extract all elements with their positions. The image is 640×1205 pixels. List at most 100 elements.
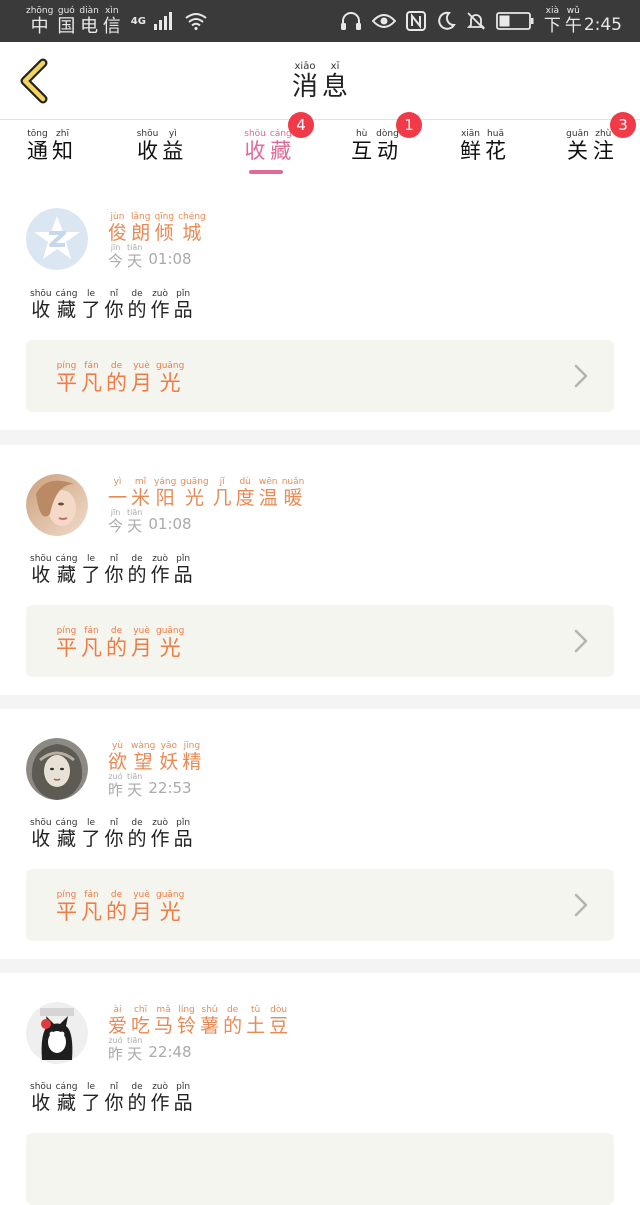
- action-char: zuò 作: [150, 1082, 170, 1114]
- username[interactable]: jùn 俊 lǎng 朗 qīng 倾 chéng 城: [108, 213, 206, 243]
- tab-earnings[interactable]: shōu 收 yì 益: [115, 130, 205, 178]
- username[interactable]: yì 一 mǐ 米 yáng 阳 guāng 光 jǐ 几 dù 度 wēn 温 nuǎn 暖: [108, 478, 304, 508]
- action-char: nǐ 你: [104, 554, 124, 586]
- headphones-icon: [340, 11, 362, 31]
- work-title-char: yuè 月: [131, 626, 152, 660]
- message-card: ài 爱 chī 吃 mǎ 马 líng 铃 shǔ 薯 de 的 tǔ 土 dòu 豆 zuó 昨 tiān 天 22…: [0, 973, 640, 1205]
- tab-label: xiān 鲜 huā 花: [460, 130, 506, 178]
- message-time: jīn 今 tiān 天 01:08: [108, 509, 192, 534]
- avatar[interactable]: [26, 474, 88, 536]
- network-type: 4G: [130, 15, 146, 27]
- chevron-right-icon: [574, 893, 588, 917]
- action-text: shōu 收 cáng 藏 le 了 nǐ 你 de 的 zuò 作 pǐn 品: [30, 1083, 193, 1113]
- work-title-char: de 的: [106, 361, 127, 395]
- work-title-char: de 的: [106, 626, 127, 660]
- username-char: jǐ 几: [212, 477, 232, 509]
- carrier-name: zhōng 中 guó 国 diàn 电 xìn 信: [26, 5, 121, 37]
- message-card: yù 欲 wàng 望 yāo 妖 jīng 精 zuó 昨 tiān 天 22:53 shōu 收 cáng…: [0, 709, 640, 955]
- action-char: cáng 藏: [55, 818, 78, 850]
- chevron-right-icon: [574, 629, 588, 653]
- status-bar: zhōng 中 guó 国 diàn 电 xìn 信 4G xià 下 wǔ 午 2:45: [0, 0, 640, 42]
- action-char: shōu 收: [30, 1082, 52, 1114]
- action-char: pǐn 品: [173, 554, 193, 586]
- tab-notifications[interactable]: tōng 通 zhī 知: [5, 130, 95, 178]
- username-char: tǔ 土: [246, 1005, 266, 1037]
- action-char: nǐ 你: [104, 818, 124, 850]
- work-title-char: de 的: [106, 890, 127, 924]
- eye-icon: [371, 13, 396, 29]
- username-char: guāng 光: [180, 477, 209, 509]
- action-text: shōu 收 cáng 藏 le 了 nǐ 你 de 的 zuò 作 pǐn 品: [30, 819, 193, 849]
- username-char: yāo 妖: [159, 741, 179, 773]
- username-char: de 的: [223, 1005, 243, 1037]
- clock: xià 下 wǔ 午 2:45: [543, 6, 622, 36]
- work-title: píng 平 fán 凡 de 的 yuè 月 guāng 光: [56, 891, 184, 923]
- tab-label: tōng 通 zhī 知: [27, 130, 73, 178]
- unread-badge: 3: [610, 112, 636, 138]
- action-char: pǐn 品: [173, 818, 193, 850]
- action-char: cáng 藏: [55, 554, 78, 586]
- username[interactable]: yù 欲 wàng 望 yāo 妖 jīng 精: [108, 742, 201, 772]
- tab-label: guān 关 zhù 注: [566, 130, 614, 178]
- username[interactable]: ài 爱 chī 吃 mǎ 马 líng 铃 shǔ 薯 de 的 tǔ 土 dòu 豆: [108, 1006, 288, 1036]
- tab-label-char: tōng 通: [27, 129, 48, 163]
- work-link[interactable]: [26, 1133, 614, 1205]
- day-char: zuó 昨: [108, 1036, 124, 1063]
- message-time: zuó 昨 tiān 天 22:48: [108, 1037, 192, 1062]
- message-card: jùn 俊 lǎng 朗 qīng 倾 chéng 城 jīn 今 tiān 天 01:08 shōu 收 c…: [0, 180, 640, 430]
- tab-label-char: guān 关: [566, 129, 589, 163]
- username-char: yáng 阳: [154, 477, 177, 509]
- time-value: 01:08: [148, 515, 192, 533]
- action-char: pǐn 品: [173, 289, 193, 321]
- wifi-icon: [184, 12, 208, 30]
- carrier-char: xìn 信: [102, 5, 121, 37]
- page-title: xiāo 消 xī 息: [0, 61, 640, 102]
- action-text: shōu 收 cáng 藏 le 了 nǐ 你 de 的 zuò 作 pǐn 品: [30, 290, 193, 320]
- work-title-char: yuè 月: [131, 890, 152, 924]
- time-value: 22:53: [148, 779, 192, 797]
- action-char: zuò 作: [150, 818, 170, 850]
- day-char: tiān 天: [127, 1036, 143, 1063]
- chevron-right-icon: [574, 364, 588, 388]
- username-char: jùn 俊: [108, 212, 128, 244]
- time-value: 01:08: [148, 250, 192, 268]
- action-char: le 了: [81, 289, 101, 321]
- action-char: nǐ 你: [104, 289, 124, 321]
- work-link[interactable]: píng 平 fán 凡 de 的 yuè 月 guāng 光: [26, 869, 614, 941]
- avatar[interactable]: [26, 738, 88, 800]
- username-char: shǔ 薯: [200, 1005, 220, 1037]
- tab-label-char: hù 互: [351, 129, 373, 163]
- action-char: de 的: [127, 289, 147, 321]
- username-char: líng 铃: [177, 1005, 197, 1037]
- nfc-icon: [405, 11, 426, 31]
- work-title-char: guāng 光: [156, 361, 185, 395]
- avatar[interactable]: [26, 208, 88, 270]
- work-title-char: píng 平: [56, 361, 77, 395]
- username-char: ài 爱: [108, 1005, 128, 1037]
- action-char: zuò 作: [150, 289, 170, 321]
- username-char: mǐ 米: [131, 477, 151, 509]
- time-period-char: xià 下: [543, 6, 561, 36]
- action-char: pǐn 品: [173, 1082, 193, 1114]
- work-link[interactable]: píng 平 fán 凡 de 的 yuè 月 guāng 光: [26, 605, 614, 677]
- message-time: jīn 今 tiān 天 01:08: [108, 244, 192, 269]
- day-char: tiān 天: [127, 508, 143, 535]
- mute-bell-icon: [466, 11, 486, 31]
- tab-flowers[interactable]: xiān 鲜 huā 花: [438, 130, 528, 178]
- username-char: lǎng 朗: [131, 212, 151, 244]
- carrier-char: diàn 电: [79, 5, 99, 37]
- tab-label-char: zhī 知: [52, 129, 73, 163]
- tab-label-char: zhù 注: [592, 129, 614, 163]
- avatar[interactable]: [26, 1002, 88, 1064]
- username-char: yì 一: [108, 477, 128, 509]
- title-char: xī 息: [322, 61, 349, 102]
- username-char: yù 欲: [108, 741, 128, 773]
- work-title: píng 平 fán 凡 de 的 yuè 月 guāng 光: [56, 362, 184, 394]
- day-char: jīn 今: [108, 243, 124, 270]
- action-char: zuò 作: [150, 554, 170, 586]
- work-title: píng 平 fán 凡 de 的 yuè 月 guāng 光: [56, 627, 184, 659]
- username-char: chī 吃: [131, 1005, 151, 1037]
- work-title-char: fán 凡: [81, 361, 102, 395]
- work-link[interactable]: píng 平 fán 凡 de 的 yuè 月 guāng 光: [26, 340, 614, 412]
- tab-label: shōu 收 yì 益: [137, 130, 184, 178]
